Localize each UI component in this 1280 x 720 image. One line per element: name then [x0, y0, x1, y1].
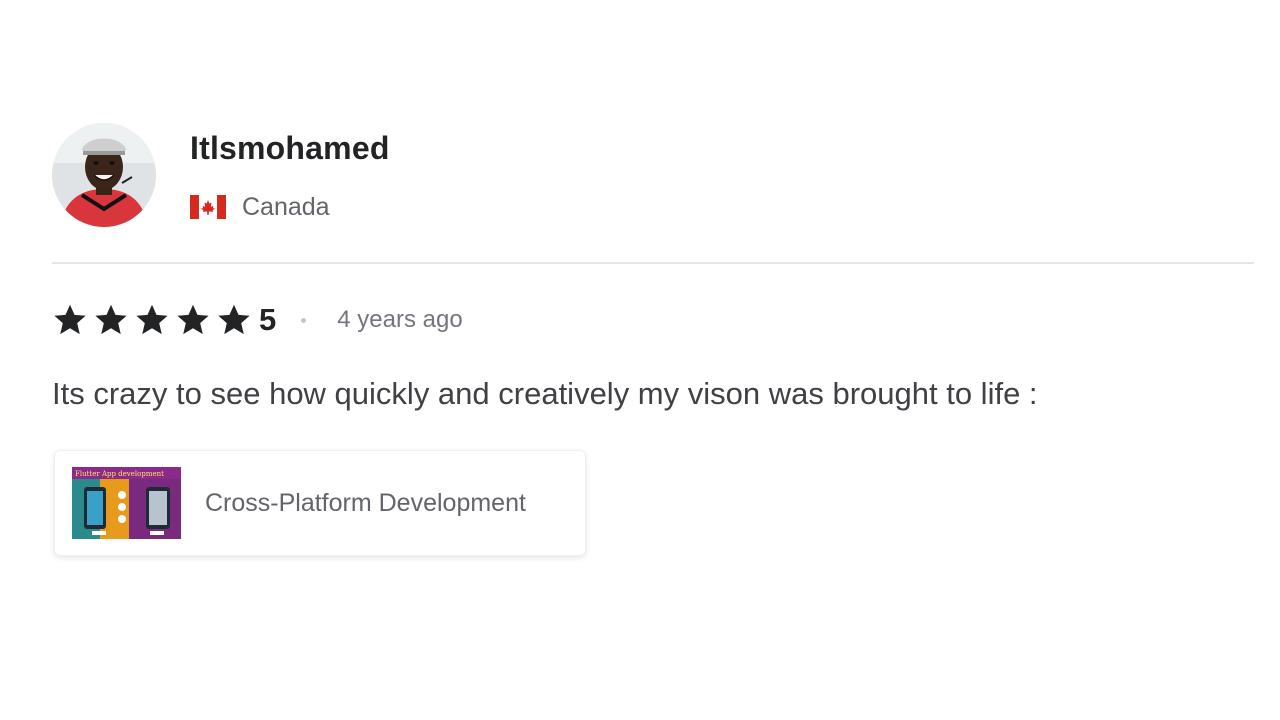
star-icon: [177, 304, 209, 335]
review-card: Itlsmohamed Canada 5 4 years ago Its cra…: [0, 0, 1280, 720]
star-icon: [218, 304, 250, 335]
reviewer-avatar[interactable]: [52, 123, 156, 227]
star-icon: [136, 304, 168, 335]
reviewer-country: Canada: [242, 193, 330, 221]
rating-row: 5 4 years ago: [52, 298, 463, 342]
review-date: 4 years ago: [337, 306, 463, 333]
separator-dot: [301, 317, 307, 323]
star-icon: [54, 304, 86, 335]
star-rating: [52, 302, 257, 338]
gig-thumbnail: Flutter App development: [72, 467, 181, 539]
canada-flag-icon: [190, 195, 226, 219]
gig-card[interactable]: Flutter App development Cross-Platform D…: [54, 450, 586, 556]
rating-value: 5: [259, 302, 277, 337]
avatar-photo: [52, 123, 156, 227]
review-text: Its crazy to see how quickly and creativ…: [52, 376, 1038, 411]
divider: [52, 262, 1254, 264]
gig-thumbnail-text: Flutter App development: [75, 470, 164, 478]
reviewer-location: Canada: [190, 190, 330, 224]
reviewer-username[interactable]: Itlsmohamed: [190, 128, 390, 168]
star-icon: [95, 304, 127, 335]
gig-title[interactable]: Cross-Platform Development: [205, 486, 526, 520]
